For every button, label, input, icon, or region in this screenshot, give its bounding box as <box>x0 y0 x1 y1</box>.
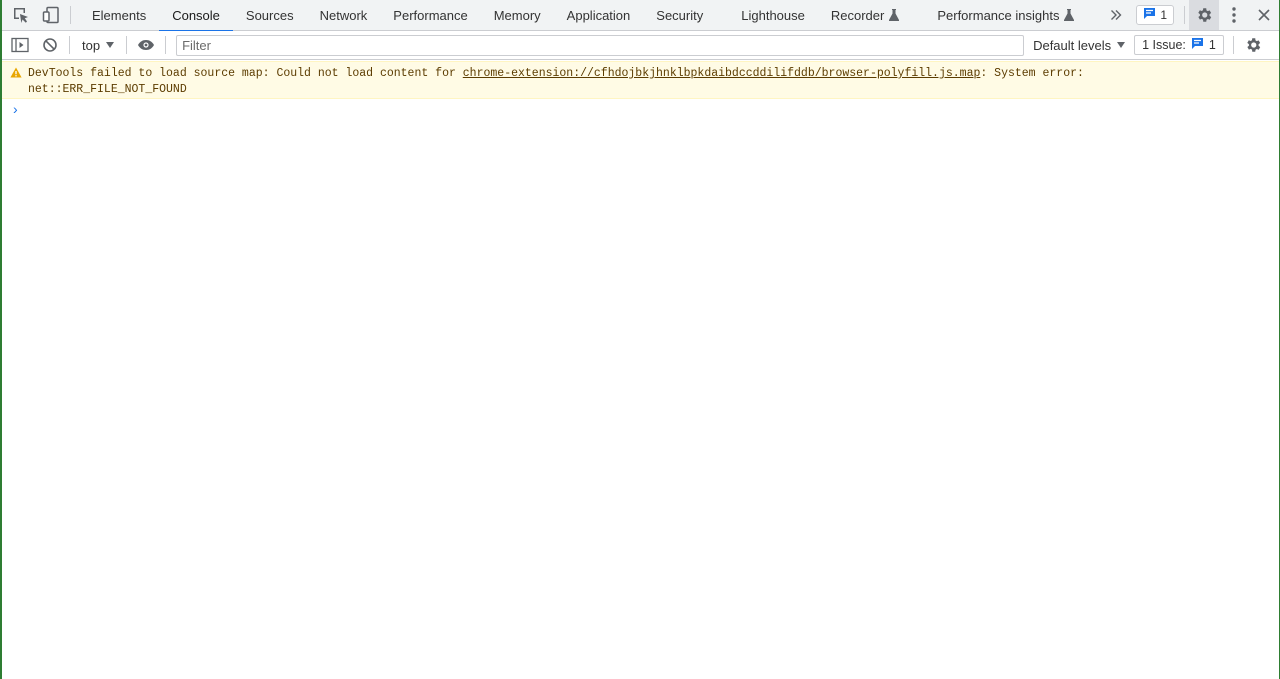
tabbar-right-controls: 1 <box>1136 0 1279 30</box>
tab-sources[interactable]: Sources <box>233 0 307 31</box>
dropdown-arrow-icon <box>106 42 115 48</box>
tab-performance[interactable]: Performance <box>380 0 480 31</box>
more-tabs-chevron-icon[interactable] <box>1101 0 1131 30</box>
log-levels-dropdown[interactable]: Default levels <box>1024 31 1134 59</box>
tab-recorder[interactable]: Recorder <box>818 0 912 31</box>
tab-label: Recorder <box>830 7 885 23</box>
inspect-element-icon[interactable] <box>6 0 36 30</box>
tab-lighthouse[interactable]: Lighthouse <box>728 0 818 31</box>
tab-console[interactable]: Console <box>159 0 233 32</box>
devtools-tabbar: Elements Console Sources Network Perform… <box>2 0 1279 32</box>
source-map-link[interactable]: chrome-extension://cfhdojbkjhnklbpkdaibd… <box>463 67 981 80</box>
toolbar-divider <box>70 6 71 24</box>
warning-prefix: DevTools failed to load source map: Coul… <box>28 67 463 80</box>
tab-network[interactable]: Network <box>307 0 381 31</box>
filter-input[interactable] <box>176 34 1025 56</box>
experiment-flask-icon <box>889 9 900 21</box>
toolbar-divider <box>126 36 128 54</box>
warning-triangle-icon <box>10 67 22 84</box>
tab-label: Security <box>656 7 704 23</box>
context-value: top <box>82 37 101 53</box>
settings-gear-icon[interactable] <box>1189 0 1219 30</box>
toolbar-divider <box>1184 6 1185 24</box>
tab-label: Performance <box>393 7 468 23</box>
devtools-window: Elements Console Sources Network Perform… <box>0 0 1280 679</box>
toolbar-divider <box>165 36 167 54</box>
console-input[interactable] <box>28 100 1279 120</box>
console-settings-gear-icon[interactable] <box>1238 31 1268 59</box>
warning-line-2: net::ERR_FILE_NOT_FOUND <box>28 83 187 96</box>
tab-elements[interactable]: Elements <box>79 0 159 31</box>
experiment-flask-icon <box>1064 9 1075 21</box>
console-prompt-chevron-icon: › <box>13 101 18 117</box>
messages-count: 1 <box>1160 8 1167 22</box>
tab-label: Elements <box>92 7 147 23</box>
warning-line-1: DevTools failed to load source map: Coul… <box>28 66 1279 82</box>
tab-memory[interactable]: Memory <box>481 0 554 31</box>
clear-console-icon[interactable] <box>35 31 65 59</box>
tab-security[interactable]: Security <box>643 0 716 31</box>
tab-label: Application <box>566 7 631 23</box>
device-toolbar-icon[interactable] <box>36 0 66 30</box>
messages-badge[interactable]: 1 <box>1136 5 1174 25</box>
more-options-kebab-icon[interactable] <box>1219 0 1249 30</box>
issues-count: 1 <box>1208 38 1216 52</box>
console-toolbar: top Default levels 1 Issue: 1 <box>2 31 1279 60</box>
tab-label: Network <box>319 7 368 23</box>
issues-label: 1 Issue: <box>1142 38 1186 52</box>
tab-label: Console <box>172 7 220 23</box>
dropdown-arrow-icon <box>1117 42 1126 48</box>
warning-suffix: : System error: <box>980 67 1084 80</box>
live-expression-eye-icon[interactable] <box>131 31 161 59</box>
show-sidebar-icon[interactable] <box>5 31 35 59</box>
tab-label: Sources <box>245 7 294 23</box>
log-levels-label: Default levels <box>1033 37 1112 53</box>
tab-label: Performance insights <box>937 7 1060 23</box>
issues-button[interactable]: 1 Issue: 1 <box>1134 35 1224 55</box>
toolbar-divider <box>69 36 70 54</box>
tab-application[interactable]: Application <box>554 0 644 31</box>
console-warning-message: DevTools failed to load source map: Coul… <box>2 61 1279 99</box>
message-icon <box>1191 37 1204 53</box>
close-icon[interactable] <box>1249 0 1279 30</box>
tab-label: Memory <box>493 7 541 23</box>
context-selector[interactable]: top <box>74 31 122 59</box>
tab-label: Lighthouse <box>741 7 805 23</box>
toolbar-divider <box>1232 36 1234 54</box>
tab-performance-insights[interactable]: Performance insights <box>924 0 1087 31</box>
message-icon <box>1143 7 1156 23</box>
